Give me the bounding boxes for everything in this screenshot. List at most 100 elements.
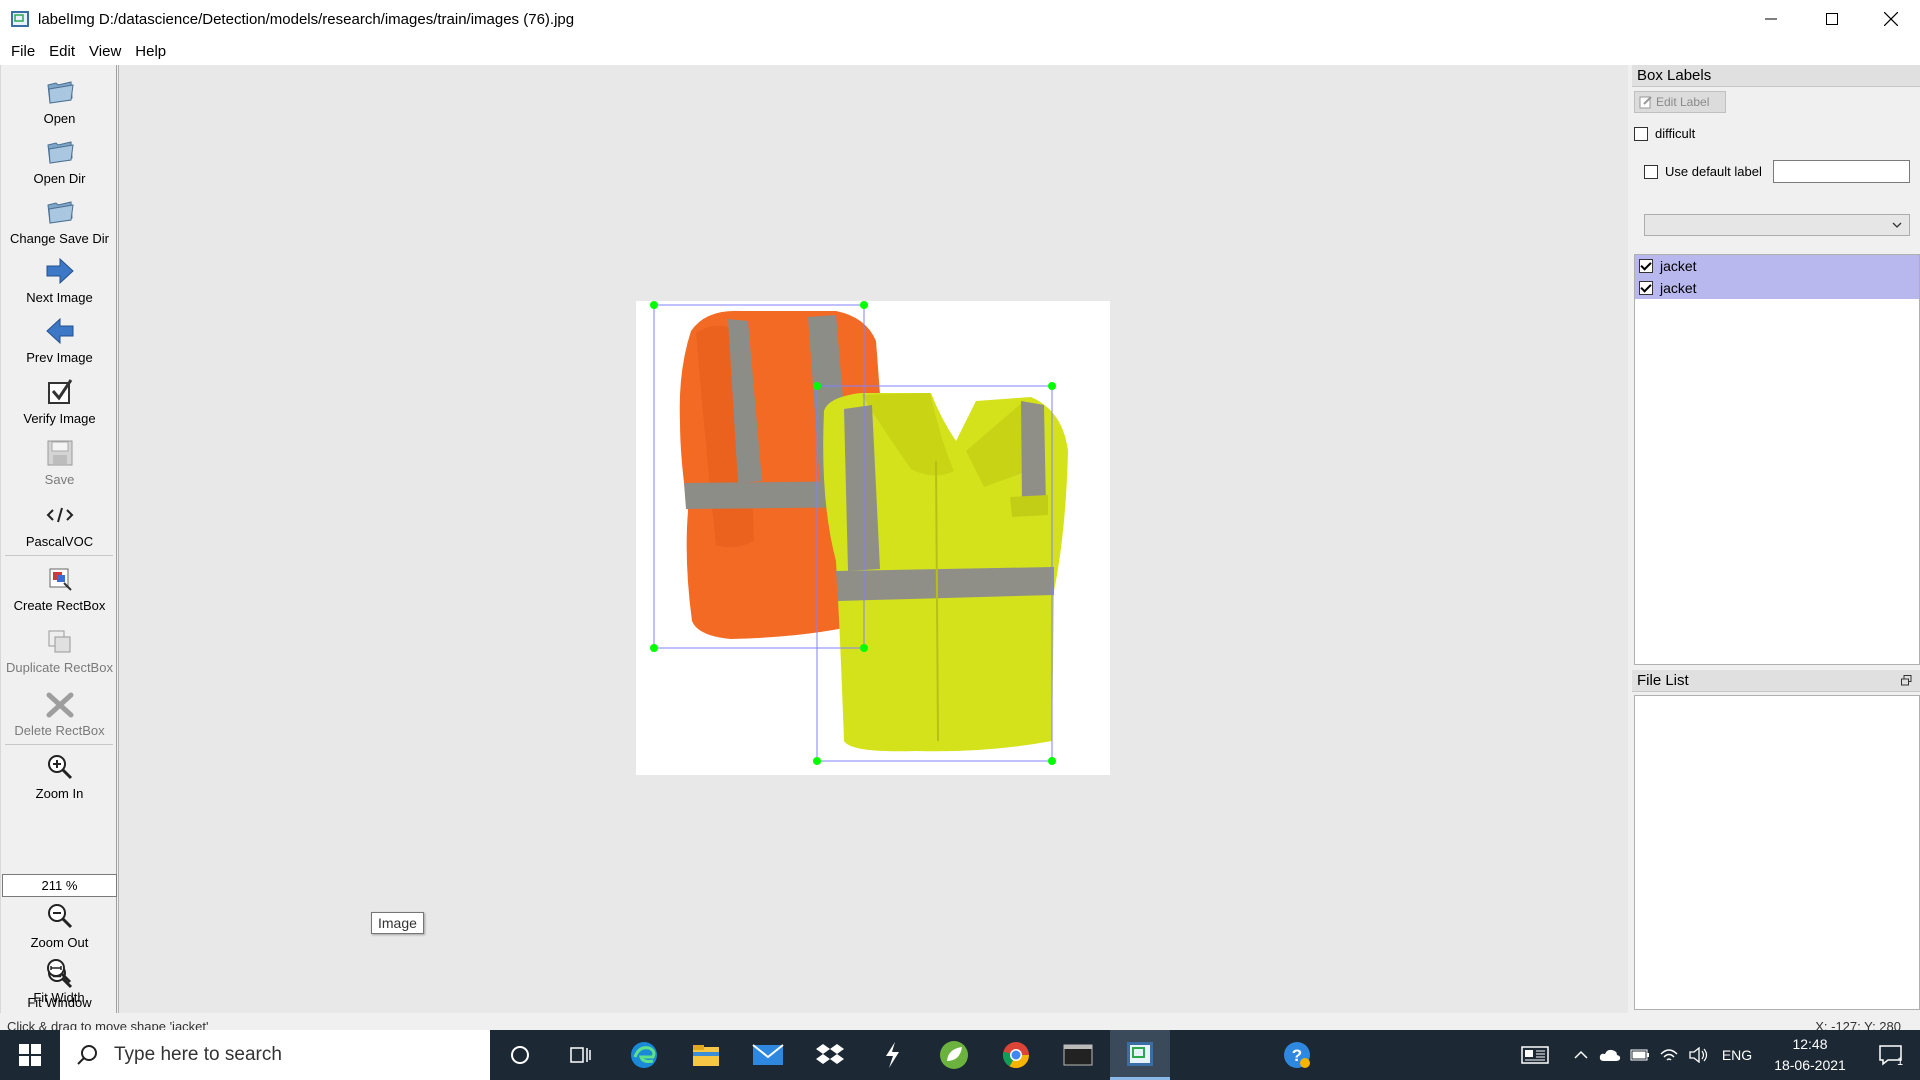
clock-time: 12:48 bbox=[1792, 1036, 1828, 1052]
edit-label-button[interactable]: Edit Label bbox=[1634, 91, 1726, 113]
notification-count: 1 bbox=[1896, 1056, 1904, 1068]
duplicate-rectbox-button[interactable]: Duplicate RectBox bbox=[1, 625, 118, 675]
menu-help[interactable]: Help bbox=[128, 43, 173, 60]
terminal-taskbar-button[interactable] bbox=[1052, 1030, 1104, 1080]
show-hidden-icons-button[interactable] bbox=[1568, 1030, 1594, 1080]
vertex-handle[interactable] bbox=[1048, 757, 1056, 765]
vertex-handle[interactable] bbox=[650, 301, 658, 309]
mail-icon bbox=[752, 1044, 784, 1065]
battery-tray-button[interactable] bbox=[1627, 1030, 1653, 1080]
zoom-in-icon bbox=[47, 755, 72, 780]
chrome-taskbar-button[interactable] bbox=[991, 1030, 1041, 1080]
search-placeholder: Type here to search bbox=[114, 1044, 282, 1065]
cortana-button[interactable] bbox=[495, 1030, 545, 1080]
checkbox-icon bbox=[47, 379, 72, 404]
label-item-name: jacket bbox=[1660, 280, 1697, 296]
folder-icon bbox=[46, 201, 74, 224]
difficult-checkbox[interactable] bbox=[1634, 126, 1648, 141]
battery-icon bbox=[1630, 1049, 1649, 1061]
default-label-input[interactable] bbox=[1773, 160, 1910, 183]
taskbar-search-box[interactable]: Type here to search bbox=[60, 1030, 490, 1080]
close-button[interactable] bbox=[1862, 0, 1920, 38]
label-list: jacket jacket bbox=[1634, 254, 1920, 665]
open-button[interactable]: Open bbox=[1, 76, 118, 126]
zoom-in-button[interactable]: Zoom In bbox=[1, 751, 118, 801]
vertex-handle[interactable] bbox=[813, 382, 821, 390]
save-icon bbox=[47, 440, 72, 466]
menu-file[interactable]: File bbox=[4, 43, 42, 60]
vertex-handle[interactable] bbox=[860, 301, 868, 309]
bounding-box-1[interactable] bbox=[650, 301, 868, 652]
lightning-app-taskbar-button[interactable] bbox=[867, 1030, 917, 1080]
label-dropdown[interactable] bbox=[1644, 214, 1910, 236]
maximize-button[interactable] bbox=[1803, 0, 1861, 38]
close-icon bbox=[1884, 12, 1898, 26]
minimize-button[interactable] bbox=[1742, 0, 1800, 38]
difficult-option[interactable]: difficult bbox=[1634, 126, 1695, 141]
file-list[interactable] bbox=[1634, 695, 1920, 1010]
title-bar: labelImg D:/datascience/Detection/models… bbox=[0, 0, 1920, 38]
box-labels-header: Box Labels bbox=[1632, 65, 1920, 87]
menu-view[interactable]: View bbox=[82, 43, 128, 60]
file-explorer-taskbar-button[interactable] bbox=[681, 1030, 731, 1080]
vertex-handle[interactable] bbox=[650, 644, 658, 652]
spring-app-taskbar-button[interactable] bbox=[929, 1030, 979, 1080]
vertex-handle[interactable] bbox=[813, 757, 821, 765]
toolbar-separator bbox=[5, 555, 113, 556]
open-dir-label: Open Dir bbox=[33, 171, 86, 186]
labelimg-taskbar-button[interactable] bbox=[1110, 1030, 1170, 1080]
fit-width-icon bbox=[47, 959, 72, 984]
prev-image-label: Prev Image bbox=[26, 350, 93, 365]
task-view-button[interactable] bbox=[555, 1030, 605, 1080]
edge-taskbar-button[interactable] bbox=[619, 1030, 669, 1080]
label-item-name: jacket bbox=[1660, 258, 1697, 274]
label-list-item[interactable]: jacket bbox=[1635, 277, 1919, 299]
format-toggle-button[interactable]: PascalVOC bbox=[1, 499, 118, 549]
duplicate-rectbox-label: Duplicate RectBox bbox=[6, 660, 113, 675]
wifi-tray-button[interactable] bbox=[1656, 1030, 1682, 1080]
zoom-value-field[interactable]: 211 % bbox=[2, 874, 117, 897]
language-indicator[interactable]: ENG bbox=[1718, 1030, 1756, 1080]
next-image-button[interactable]: Next Image bbox=[1, 255, 118, 305]
help-tips-taskbar-button[interactable]: ? bbox=[1272, 1030, 1322, 1080]
zoom-in-label: Zoom In bbox=[35, 786, 84, 801]
menu-edit[interactable]: Edit bbox=[42, 43, 82, 60]
create-rectbox-icon bbox=[49, 568, 72, 591]
prev-image-button[interactable]: Prev Image bbox=[1, 315, 118, 365]
language-text: ENG bbox=[1721, 1047, 1753, 1063]
maximize-icon bbox=[1826, 13, 1838, 25]
vertex-handle[interactable] bbox=[860, 644, 868, 652]
onedrive-tray-button[interactable] bbox=[1597, 1030, 1623, 1080]
start-button[interactable] bbox=[0, 1030, 60, 1080]
create-rectbox-button[interactable]: Create RectBox bbox=[1, 563, 118, 613]
delete-icon bbox=[46, 692, 73, 718]
windows-logo-icon bbox=[19, 1044, 41, 1066]
save-button[interactable]: Save bbox=[1, 437, 118, 487]
float-dock-icon[interactable] bbox=[1901, 675, 1912, 686]
vertex-handle[interactable] bbox=[1048, 382, 1056, 390]
mail-taskbar-button[interactable] bbox=[743, 1030, 793, 1080]
bounding-box-2[interactable] bbox=[813, 382, 1056, 765]
label-list-item[interactable]: jacket bbox=[1635, 255, 1919, 277]
use-default-label-checkbox[interactable] bbox=[1644, 164, 1658, 179]
file-list-header: File List bbox=[1632, 670, 1920, 692]
label-visibility-checkbox[interactable] bbox=[1639, 259, 1653, 273]
notification-center-button[interactable]: 1 bbox=[1866, 1030, 1916, 1080]
use-default-label-option[interactable]: Use default label bbox=[1644, 164, 1762, 179]
open-dir-button[interactable]: Open Dir bbox=[1, 136, 118, 186]
menu-bar: File Edit View Help bbox=[0, 38, 1920, 65]
taskbar-clock[interactable]: 12:48 18-06-2021 bbox=[1760, 1034, 1860, 1076]
delete-rectbox-button[interactable]: Delete RectBox bbox=[1, 688, 118, 738]
help-icon: ? bbox=[1284, 1042, 1310, 1068]
speaker-icon bbox=[1689, 1047, 1708, 1063]
dropbox-taskbar-button[interactable] bbox=[805, 1030, 855, 1080]
change-save-dir-button[interactable]: Change Save Dir bbox=[1, 196, 118, 246]
volume-tray-button[interactable] bbox=[1685, 1030, 1711, 1080]
image-canvas[interactable]: Image bbox=[118, 65, 1628, 1013]
label-visibility-checkbox[interactable] bbox=[1639, 281, 1653, 295]
fit-width-tool[interactable]: Fit Width bbox=[1, 955, 117, 1005]
news-tray-button[interactable] bbox=[1515, 1030, 1555, 1080]
zoom-out-button[interactable]: Zoom Out bbox=[1, 900, 118, 950]
verify-image-button[interactable]: Verify Image bbox=[1, 376, 118, 426]
news-icon bbox=[1521, 1046, 1549, 1064]
